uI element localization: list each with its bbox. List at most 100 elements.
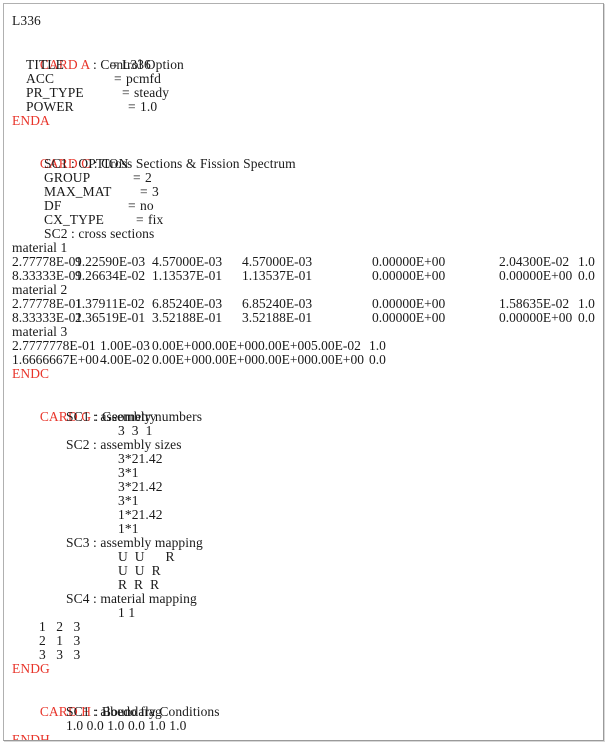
xs-col-6: 0.00E+00 [311,352,364,367]
entry-equals: = [122,85,130,100]
card-a-end: ENDA [12,113,50,128]
material-data-row: 2.77778E-01 9.22590E-03 4.57000E-03 4.57… [4,255,603,269]
entry-name: TITLE [26,57,64,72]
card-c-sc2-label: SC2 : cross sections [44,226,155,241]
entry-equals: = [128,198,136,213]
xs-col-7: 0.0 [369,352,386,367]
xs-col-5: 0.00000E+00 [372,268,446,283]
xs-col-7: 0.0 [578,310,595,325]
entry-name: CX_TYPE [44,212,104,227]
entry-equals: = [136,212,144,227]
material-label: material 1 [12,240,68,255]
card-g-material-map-row: 3 3 3 [39,647,81,662]
material-data-row: 2.77778E-01 1.37911E-02 6.85240E-03 6.85… [4,297,603,311]
card-g-sc4-values: 1 1 [118,605,136,620]
xs-col-1: 2.77778E-01 [12,296,83,311]
card-g-sc1-values: 3 3 1 [118,423,153,438]
xs-col-6: 0.00000E+00 [499,310,573,325]
xs-col-7: 1.0 [578,296,595,311]
card-g-sc2-value: 1*21.42 [118,507,163,522]
xs-col-7: 1.0 [578,254,595,269]
xs-col-7: 1.0 [369,338,386,353]
xs-col-1: 2.77778E-01 [12,254,83,269]
material-data-row: 1.6666667E+00 4.00E-02 0.00E+00 0.00E+00… [4,353,603,367]
xs-col-2: 1.00E-03 [100,338,150,353]
entry-name: GROUP [44,170,91,185]
xs-col-2: 2.36519E-01 [75,310,146,325]
card-g-end: ENDG [12,661,50,676]
entry-name: ACC [26,71,55,86]
xs-col-4: 0.00E+00 [205,352,258,367]
xs-col-1: 8.33333E-01 [12,310,83,325]
xs-col-4: 6.85240E-03 [242,296,313,311]
xs-col-5: 0.00E+00 [258,352,311,367]
entry-name: PR_TYPE [26,85,84,100]
listing-border-box: L336 CARD A : Control Option TITLE = L33… [3,3,604,741]
card-g-sc4-label: SC4 : material mapping [66,591,197,606]
xs-col-5: 0.00E+00 [258,338,311,353]
card-g-material-map-row: 1 2 3 [39,619,81,634]
material-data-row: 8.33333E-01 2.36519E-01 3.52188E-01 3.52… [4,311,603,325]
deck-title: L336 [12,13,41,28]
card-g-material-map-row: 2 1 3 [39,633,81,648]
xs-col-3: 0.00E+00 [152,338,205,353]
xs-col-2: 4.00E-02 [100,352,150,367]
card-g-sc3-row: U U R [118,549,175,564]
card-g-sc2-label: SC2 : assembly sizes [66,437,182,452]
listing-text-body: L336 CARD A : Control Option TITLE = L33… [4,4,603,741]
entry-value: 3 [152,184,159,199]
material-data-row: 8.33333E-01 9.26634E-02 1.13537E-01 1.13… [4,269,603,283]
xs-col-2: 9.22590E-03 [75,254,146,269]
entry-equals: = [133,170,141,185]
xs-col-3: 4.57000E-03 [152,254,223,269]
xs-col-1: 1.6666667E+00 [12,352,99,367]
xs-col-6: 0.00000E+00 [499,268,573,283]
xs-col-3: 1.13537E-01 [152,268,223,283]
xs-col-6: 5.00E-02 [311,338,361,353]
card-c-sc1-label: SC1 : OPTION [44,156,129,171]
card-g-sc2-value: 3*21.42 [118,479,163,494]
input-deck-listing: L336 CARD A : Control Option TITLE = L33… [0,0,611,746]
card-g-sc3-label: SC3 : assembly mapping [66,535,203,550]
card-g-sc3-row: R R R [118,577,160,592]
card-h-end: ENDH [12,732,50,741]
xs-col-1: 8.33333E-01 [12,268,83,283]
material-label: material 3 [12,324,68,339]
entry-equals: = [110,57,118,72]
xs-col-1: 2.7777778E-01 [12,338,96,353]
xs-col-4: 0.00E+00 [205,338,258,353]
xs-col-3: 0.00E+00 [152,352,205,367]
xs-col-2: 1.37911E-02 [75,296,145,311]
card-h-sc1-label: SC1 : albedo flag [66,704,162,719]
xs-col-5: 0.00000E+00 [372,254,446,269]
card-g-sc3-row: U U R [118,563,161,578]
entry-name: DF [44,198,62,213]
xs-col-6: 2.04300E-02 [499,254,570,269]
xs-col-3: 3.52188E-01 [152,310,223,325]
entry-equals: = [128,99,136,114]
entry-value: steady [134,85,170,100]
material-data-row: 2.7777778E-01 1.00E-03 0.00E+00 0.00E+00… [4,339,603,353]
entry-value: no [140,198,154,213]
entry-value: pcmfd [126,71,161,86]
xs-col-5: 0.00000E+00 [372,296,446,311]
xs-col-2: 9.26634E-02 [75,268,146,283]
card-g-sc2-value: 3*1 [118,465,139,480]
entry-equals: = [140,184,148,199]
material-label: material 2 [12,282,68,297]
entry-value: L336 [122,57,151,72]
xs-col-4: 4.57000E-03 [242,254,313,269]
xs-col-4: 3.52188E-01 [242,310,313,325]
xs-col-7: 0.0 [578,268,595,283]
card-g-sc2-value: 3*21.42 [118,451,163,466]
card-g-sc1-label: SC1 : assembly numbers [66,409,203,424]
entry-name: POWER [26,99,74,114]
xs-col-6: 1.58635E-02 [499,296,570,311]
entry-value: 2 [145,170,152,185]
xs-col-3: 6.85240E-03 [152,296,223,311]
xs-col-5: 0.00000E+00 [372,310,446,325]
entry-name: MAX_MAT [44,184,112,199]
xs-col-4: 1.13537E-01 [242,268,313,283]
entry-value: fix [148,212,164,227]
card-h-sc1-values: 1.0 0.0 1.0 0.0 1.0 1.0 [66,718,187,733]
